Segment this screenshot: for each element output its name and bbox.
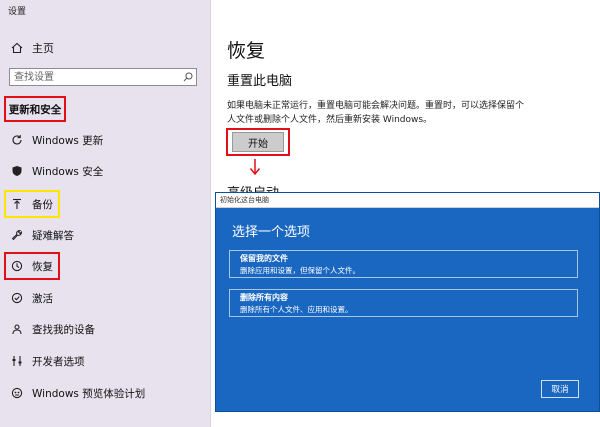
sync-icon xyxy=(10,134,24,146)
dialog-heading: 选择一个选项 xyxy=(232,225,311,240)
option-title: 保留我的文件 xyxy=(240,254,288,263)
sidebar-item-label: Windows 安全 xyxy=(32,165,104,178)
option-title: 删除所有内容 xyxy=(240,293,288,302)
sidebar-item-label: 激活 xyxy=(32,292,53,305)
cancel-button[interactable]: 取消 xyxy=(541,380,579,398)
dialog-title: 初始化这台电脑 xyxy=(216,193,599,208)
sidebar-item-recovery[interactable]: 恢复 xyxy=(10,256,53,276)
window-title: 设置 xyxy=(8,7,27,17)
shield-icon xyxy=(10,165,24,177)
sidebar-item-developer-options[interactable]: 开发者选项 xyxy=(10,351,85,371)
sidebar: 设置 主页 更新和安全 Windows 更新 Windows 安全 备份 xyxy=(0,0,211,427)
reset-pc-heading: 重置此电脑 xyxy=(227,74,293,89)
sidebar-item-windows-update[interactable]: Windows 更新 xyxy=(10,130,103,150)
wrench-icon xyxy=(10,229,24,241)
sidebar-item-label: Windows 预览体验计划 xyxy=(32,387,146,400)
option-description: 删除应用和设置，但保留个人文件。 xyxy=(240,266,360,275)
sidebar-item-backup[interactable]: 备份 xyxy=(10,194,53,214)
reset-dialog: 初始化这台电脑 选择一个选项 保留我的文件 删除应用和设置，但保留个人文件。 删… xyxy=(215,192,600,412)
home-icon xyxy=(10,42,24,54)
option-description: 删除所有个人文件、应用和设置。 xyxy=(240,305,353,314)
sidebar-item-label: 恢复 xyxy=(32,260,53,273)
reset-description: 如果电脑未正常运行，重置电脑可能会解决问题。重置时，可以选择保留个人文件或删除个… xyxy=(227,101,525,125)
person-location-icon xyxy=(10,323,24,335)
search-icon[interactable] xyxy=(180,72,196,82)
sidebar-item-label: 开发者选项 xyxy=(32,355,85,368)
sidebar-item-find-my-device[interactable]: 查找我的设备 xyxy=(10,319,95,339)
sidebar-item-troubleshoot[interactable]: 疑难解答 xyxy=(10,225,74,245)
option-keep-files[interactable]: 保留我的文件 删除应用和设置，但保留个人文件。 xyxy=(229,250,578,278)
sidebar-item-home[interactable]: 主页 xyxy=(10,38,54,58)
developer-icon xyxy=(10,355,24,367)
start-button[interactable]: 开始 xyxy=(232,132,284,152)
sidebar-item-label: 疑难解答 xyxy=(32,229,74,242)
history-icon xyxy=(10,260,24,272)
section-title-update-security: 更新和安全 xyxy=(4,96,66,122)
option-remove-everything[interactable]: 删除所有内容 删除所有个人文件、应用和设置。 xyxy=(229,289,578,317)
sidebar-item-label: 备份 xyxy=(32,198,53,211)
sidebar-item-label: 查找我的设备 xyxy=(32,323,95,336)
search-input[interactable] xyxy=(10,70,180,84)
sidebar-item-windows-insider[interactable]: Windows 预览体验计划 xyxy=(10,383,145,403)
sidebar-item-activation[interactable]: 激活 xyxy=(10,288,53,308)
arrow-down-icon xyxy=(249,158,261,179)
search-box[interactable] xyxy=(9,68,197,86)
backup-arrow-icon xyxy=(10,198,24,210)
check-circle-icon xyxy=(10,292,24,304)
sidebar-item-windows-security[interactable]: Windows 安全 xyxy=(10,161,103,181)
sidebar-item-label: Windows 更新 xyxy=(32,134,104,147)
page-title: 恢复 xyxy=(227,40,266,62)
insider-icon xyxy=(10,387,24,399)
advanced-startup-heading: 高级启动 xyxy=(227,181,317,192)
sidebar-item-label: 主页 xyxy=(32,42,54,55)
